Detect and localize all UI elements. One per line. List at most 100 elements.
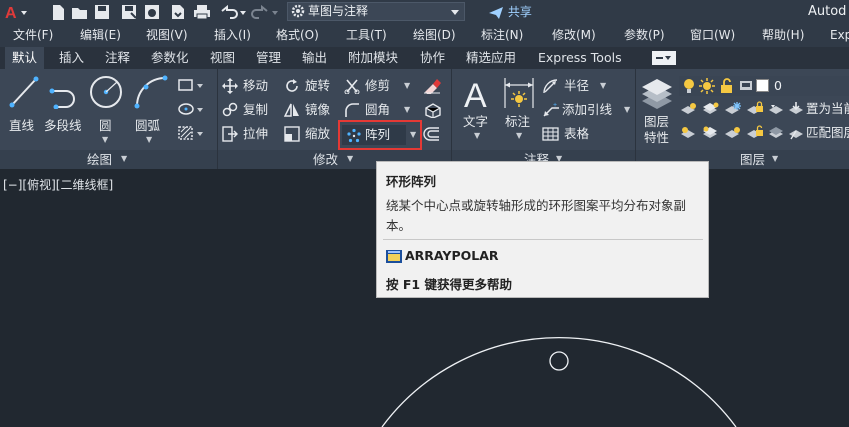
stretch-button[interactable]: 拉伸	[222, 125, 278, 143]
tab-collaborate[interactable]: 协作	[420, 47, 445, 69]
layer-off-icon[interactable]	[680, 101, 698, 117]
tab-view[interactable]: 视图	[210, 47, 235, 69]
app-logo-icon[interactable]: A	[4, 3, 30, 21]
scale-icon	[284, 126, 300, 142]
share-button[interactable]: 共享	[488, 3, 532, 21]
layer-unisolate-icon[interactable]	[702, 125, 720, 141]
quick-access-toolbar: A 草图与注释 共享 Autod	[0, 0, 849, 24]
new-file-icon[interactable]	[49, 3, 67, 21]
explode-icon[interactable]	[423, 102, 441, 118]
erase-icon[interactable]	[423, 78, 441, 94]
save-icon[interactable]	[93, 3, 111, 21]
tab-featured[interactable]: 精选应用	[466, 47, 516, 69]
tab-addins[interactable]: 附加模块	[348, 47, 398, 69]
save-as-icon[interactable]	[120, 3, 138, 21]
viewport-controls[interactable]: [−][俯视][二维线框]	[3, 176, 113, 193]
set-current-label[interactable]: 置为当前	[806, 101, 849, 117]
drawn-circle[interactable]	[381, 337, 737, 427]
chevron-down-icon: ▼	[600, 81, 607, 90]
tab-insert[interactable]: 插入	[59, 47, 84, 69]
share-icon	[488, 6, 504, 20]
menu-modify[interactable]: 修改(M)	[552, 27, 596, 44]
table-label: 表格	[564, 126, 590, 141]
array-polar-icon	[346, 128, 362, 144]
layer-isolate-icon[interactable]	[702, 101, 720, 117]
minimize-ribbon-icon	[656, 52, 672, 64]
layer-walk-icon[interactable]	[768, 101, 786, 117]
menu-insert[interactable]: 插入(I)	[214, 27, 251, 44]
tab-manage[interactable]: 管理	[256, 47, 281, 69]
rotate-button[interactable]: 旋转	[284, 77, 340, 95]
layers-panel-title: 图层	[740, 152, 766, 167]
current-layer-name: 0	[774, 78, 782, 93]
menu-express[interactable]: Exp	[830, 27, 849, 44]
match-layer-label[interactable]: 匹配图层	[806, 125, 849, 141]
text-button[interactable]: A 文字 ▼	[460, 75, 494, 145]
layer-thaw-icon[interactable]	[724, 125, 742, 141]
menu-help[interactable]: 帮助(H)	[762, 27, 804, 44]
tab-annotate[interactable]: 注释	[105, 47, 130, 69]
arc-button[interactable]: 圆弧 ▼	[132, 73, 170, 144]
menu-dimension[interactable]: 标注(N)	[481, 27, 523, 44]
redo-icon[interactable]	[251, 3, 281, 21]
tab-default[interactable]: 默认	[5, 47, 45, 69]
ribbon-tab-bar: 默认 插入 注释 参数化 视图 管理 输出 附加模块 协作 精选应用 Expre…	[0, 47, 849, 69]
mirror-button[interactable]: 镜像	[284, 101, 340, 119]
svg-text:A: A	[464, 77, 487, 111]
tooltip-description: 绕某个中心点或旋转轴形成的环形图案平均分布对象副本。	[386, 198, 687, 233]
table-icon	[542, 126, 560, 142]
open-file-icon[interactable]	[71, 3, 89, 21]
dimension-button[interactable]: 标注 ▼	[502, 75, 536, 145]
line-button[interactable]: 直线	[6, 73, 42, 133]
trim-button[interactable]: 修剪 ▼	[344, 77, 414, 95]
radius-dimension-button[interactable]: 半径 ▼	[542, 77, 630, 95]
add-leader-label: 添加引线	[562, 102, 613, 117]
layer-merge-icon[interactable]	[768, 125, 786, 141]
menu-edit[interactable]: 编辑(E)	[80, 27, 121, 44]
menu-parametric[interactable]: 参数(P)	[624, 27, 665, 44]
chevron-down-icon: ▼	[474, 131, 481, 140]
draw-panel-title-bar[interactable]: 绘图 ▼	[0, 150, 217, 169]
svg-text:A: A	[5, 5, 17, 21]
ribbon-toggle-button[interactable]	[652, 51, 676, 65]
table-button[interactable]: 表格	[542, 125, 612, 143]
copy-button[interactable]: 复制	[222, 101, 278, 119]
rectangle-icon[interactable]	[178, 78, 206, 92]
menu-format[interactable]: 格式(O)	[276, 27, 319, 44]
polyline-button[interactable]: 多段线	[44, 73, 88, 133]
menu-window[interactable]: 窗口(W)	[690, 27, 735, 44]
fillet-button[interactable]: 圆角 ▼	[344, 101, 414, 119]
add-leader-button[interactable]: + 添加引线 ▼	[542, 101, 634, 119]
bulb-on-icon	[682, 78, 696, 94]
workspace-select[interactable]: 草图与注释	[287, 2, 465, 21]
plot-icon[interactable]	[193, 3, 211, 21]
scale-button[interactable]: 缩放	[284, 125, 340, 143]
offset-icon[interactable]	[423, 126, 441, 142]
tab-express-tools[interactable]: Express Tools	[538, 47, 622, 69]
web-save-icon[interactable]	[169, 3, 187, 21]
mirror-icon	[284, 102, 300, 118]
web-open-icon[interactable]	[143, 3, 161, 21]
hatch-icon[interactable]	[178, 126, 206, 140]
chevron-down-icon: ▼	[121, 154, 128, 163]
array-button[interactable]: 阵列 ▼	[338, 120, 422, 150]
move-button[interactable]: 移动	[222, 77, 278, 95]
menu-file[interactable]: 文件(F)	[13, 27, 53, 44]
layer-on-all-icon[interactable]	[680, 125, 698, 141]
layer-properties-button[interactable]: 图层 特性	[638, 75, 676, 151]
unlock-icon	[719, 78, 735, 94]
menu-draw[interactable]: 绘图(D)	[413, 27, 456, 44]
tab-output[interactable]: 输出	[302, 47, 327, 69]
ellipse-icon[interactable]	[178, 102, 206, 116]
menu-view[interactable]: 视图(V)	[146, 27, 188, 44]
layer-select[interactable]: 0	[679, 76, 849, 96]
circle-button[interactable]: 圆 ▼	[88, 73, 124, 144]
menu-tools[interactable]: 工具(T)	[346, 27, 387, 44]
layer-lock-icon[interactable]	[746, 101, 764, 117]
undo-icon[interactable]	[218, 3, 248, 21]
tooltip-divider	[383, 239, 703, 240]
tab-parametric[interactable]: 参数化	[151, 47, 189, 69]
layer-freeze-icon[interactable]	[724, 101, 742, 117]
drawn-small-circle[interactable]	[549, 351, 569, 371]
layer-unlock-icon[interactable]	[746, 125, 764, 141]
